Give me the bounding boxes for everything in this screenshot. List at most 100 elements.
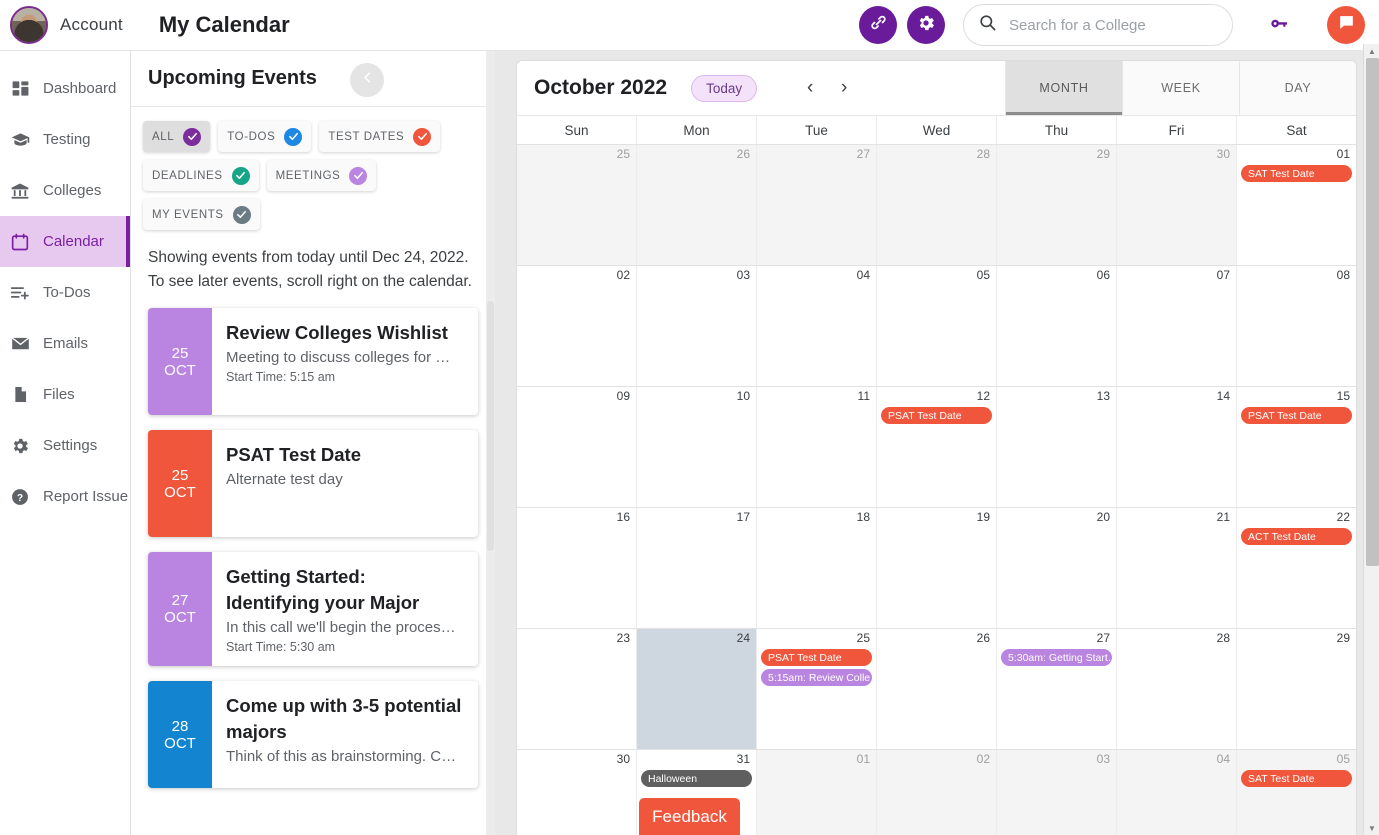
calendar-day-cell[interactable]: 07 (1116, 266, 1236, 386)
calendar-day-cell[interactable]: 12 PSAT Test Date (876, 387, 996, 507)
calendar-day-cell[interactable]: 14 (1116, 387, 1236, 507)
calendar-day-cell[interactable]: 06 (996, 266, 1116, 386)
feedback-button[interactable]: Feedback (639, 798, 740, 835)
calendar-day-cell[interactable]: 08 (1236, 266, 1356, 386)
calendar-view-tab[interactable]: MONTH (1005, 61, 1122, 115)
chat-button[interactable] (1327, 6, 1365, 44)
sidebar-item-report-issue[interactable]: ? Report Issue (0, 471, 130, 522)
events-panel-scrollbar-thumb[interactable] (487, 301, 494, 551)
calendar-day-cell[interactable]: 30 (517, 750, 636, 835)
calendar-event-pill[interactable]: SAT Test Date (1241, 165, 1352, 182)
filter-chip[interactable]: ALL (143, 121, 211, 152)
sidebar-item-calendar[interactable]: Calendar (0, 216, 130, 267)
upcoming-event-card[interactable]: 28 OCT Come up with 3-5 potential majors Th… (148, 681, 478, 788)
avatar[interactable] (10, 6, 48, 44)
upcoming-event-card[interactable]: 25 OCT Review Colleges Wishlist Meeting to … (148, 308, 478, 415)
key-button[interactable] (1267, 10, 1293, 41)
calendar-day-cell[interactable]: 25 PSAT Test Date 5:15am: Review Colle… (756, 629, 876, 749)
sidebar-item-colleges[interactable]: Colleges (0, 165, 130, 216)
sidebar-item-emails[interactable]: Emails (0, 318, 130, 369)
account-label[interactable]: Account (60, 15, 123, 35)
sidebar-item-testing[interactable]: Testing (0, 114, 130, 165)
page-title: My Calendar (158, 12, 290, 37)
calendar-day-cell[interactable]: 26 (876, 629, 996, 749)
sidebar-item-todos[interactable]: To-Dos (0, 267, 130, 318)
calendar-day-cell[interactable]: 02 (517, 266, 636, 386)
calendar-day-cell[interactable]: 18 (756, 508, 876, 628)
calendar-day-cell[interactable]: 05 (876, 266, 996, 386)
filter-chip[interactable]: TO-DOS (218, 121, 312, 152)
calendar-event-pill[interactable]: 5:15am: Review Colle… (761, 669, 872, 686)
calendar-day-cell[interactable]: 19 (876, 508, 996, 628)
calendar-day-cell[interactable]: 03 (636, 266, 756, 386)
calendar-day-cell[interactable]: 17 (636, 508, 756, 628)
filter-chip[interactable]: MEETINGS (266, 160, 377, 191)
calendar-day-cell[interactable]: 24 (636, 629, 756, 749)
calendar-day-number: 06 (1096, 268, 1110, 282)
calendar-event-pill[interactable]: ACT Test Date (1241, 528, 1352, 545)
calendar-event-pill[interactable]: 5:30am: Getting Start… (1001, 649, 1112, 666)
calendar-event-pill[interactable]: PSAT Test Date (1241, 407, 1352, 424)
calendar-day-cell[interactable]: 05 SAT Test Date (1236, 750, 1356, 835)
upcoming-event-card[interactable]: 25 OCT PSAT Test Date Alternate test day (148, 430, 478, 537)
search-box[interactable] (963, 4, 1233, 46)
sidebar-item-settings[interactable]: Settings (0, 420, 130, 471)
calendar-day-cell[interactable]: 11 (756, 387, 876, 507)
calendar-event-pill[interactable]: SAT Test Date (1241, 770, 1352, 787)
calendar-day-cell[interactable]: 16 (517, 508, 636, 628)
triangle-up-icon[interactable]: ▲ (1364, 44, 1379, 58)
calendar-day-cell[interactable]: 10 (636, 387, 756, 507)
calendar-day-cell[interactable]: 01 (756, 750, 876, 835)
calendar-day-cell[interactable]: 27 5:30am: Getting Start… (996, 629, 1116, 749)
calendar-day-cell[interactable]: 29 (996, 145, 1116, 265)
envelope-icon (9, 333, 31, 355)
calendar-day-cell[interactable]: 29 (1236, 629, 1356, 749)
calendar-day-cell[interactable]: 22 ACT Test Date (1236, 508, 1356, 628)
sidebar-item-dashboard[interactable]: Dashboard (0, 63, 130, 114)
settings-button[interactable] (907, 6, 945, 44)
calendar-day-cell[interactable]: 23 (517, 629, 636, 749)
calendar-event-pill[interactable]: PSAT Test Date (881, 407, 992, 424)
page-scrollbar[interactable]: ▲ ▼ (1363, 44, 1379, 835)
calendar-day-cell[interactable]: 04 (756, 266, 876, 386)
triangle-down-icon[interactable]: ▼ (1364, 821, 1379, 835)
filter-chip[interactable]: DEADLINES (143, 160, 259, 191)
calendar-day-cell[interactable]: 25 (517, 145, 636, 265)
calendar-day-number: 01 (856, 752, 870, 766)
calendar-view-tab[interactable]: DAY (1239, 61, 1356, 115)
calendar-day-cell[interactable]: 03 (996, 750, 1116, 835)
calendar-day-cell[interactable]: 28 (876, 145, 996, 265)
calendar-day-headers: Sun Mon Tue Wed Thu Fri Sat (517, 115, 1356, 144)
collapse-panel-button[interactable] (350, 63, 384, 97)
sidebar-item-files[interactable]: Files (0, 369, 130, 420)
calendar-day-cell[interactable]: 04 (1116, 750, 1236, 835)
page-scrollbar-thumb[interactable] (1366, 58, 1379, 566)
gear-icon (916, 13, 936, 38)
calendar-day-cell[interactable]: 28 (1116, 629, 1236, 749)
calendar-day-cell[interactable]: 27 (756, 145, 876, 265)
prev-month-button[interactable]: ‹ (801, 77, 819, 99)
calendar-day-cell[interactable]: 13 (996, 387, 1116, 507)
search-input[interactable] (1009, 16, 1218, 34)
calendar-day-cell[interactable]: 20 (996, 508, 1116, 628)
calendar-day-cell[interactable]: 15 PSAT Test Date (1236, 387, 1356, 507)
upcoming-event-card[interactable]: 27 OCT Getting Started: Identifying your M… (148, 552, 478, 666)
event-card-date: 28 OCT (148, 681, 212, 788)
calendar-day-cell[interactable]: 02 (876, 750, 996, 835)
calendar-day-cell[interactable]: 26 (636, 145, 756, 265)
link-button[interactable] (859, 6, 897, 44)
calendar-day-cell[interactable]: 30 (1116, 145, 1236, 265)
events-panel-scrollbar[interactable] (486, 51, 495, 835)
app-root: Account My Calendar Search for a College… (0, 0, 1379, 835)
today-button[interactable]: Today (691, 74, 758, 102)
filter-chip[interactable]: TEST DATES (319, 121, 441, 152)
calendar-day-cell[interactable]: 01 SAT Test Date (1236, 145, 1356, 265)
event-card-body: Getting Started: Identifying your Major I… (212, 552, 478, 666)
next-month-button[interactable]: › (835, 77, 853, 99)
calendar-day-cell[interactable]: 21 (1116, 508, 1236, 628)
calendar-day-cell[interactable]: 09 (517, 387, 636, 507)
calendar-event-pill[interactable]: Halloween (641, 770, 752, 787)
filter-chip[interactable]: MY EVENTS (143, 199, 260, 230)
calendar-view-tab[interactable]: WEEK (1122, 61, 1239, 115)
calendar-event-pill[interactable]: PSAT Test Date (761, 649, 872, 666)
